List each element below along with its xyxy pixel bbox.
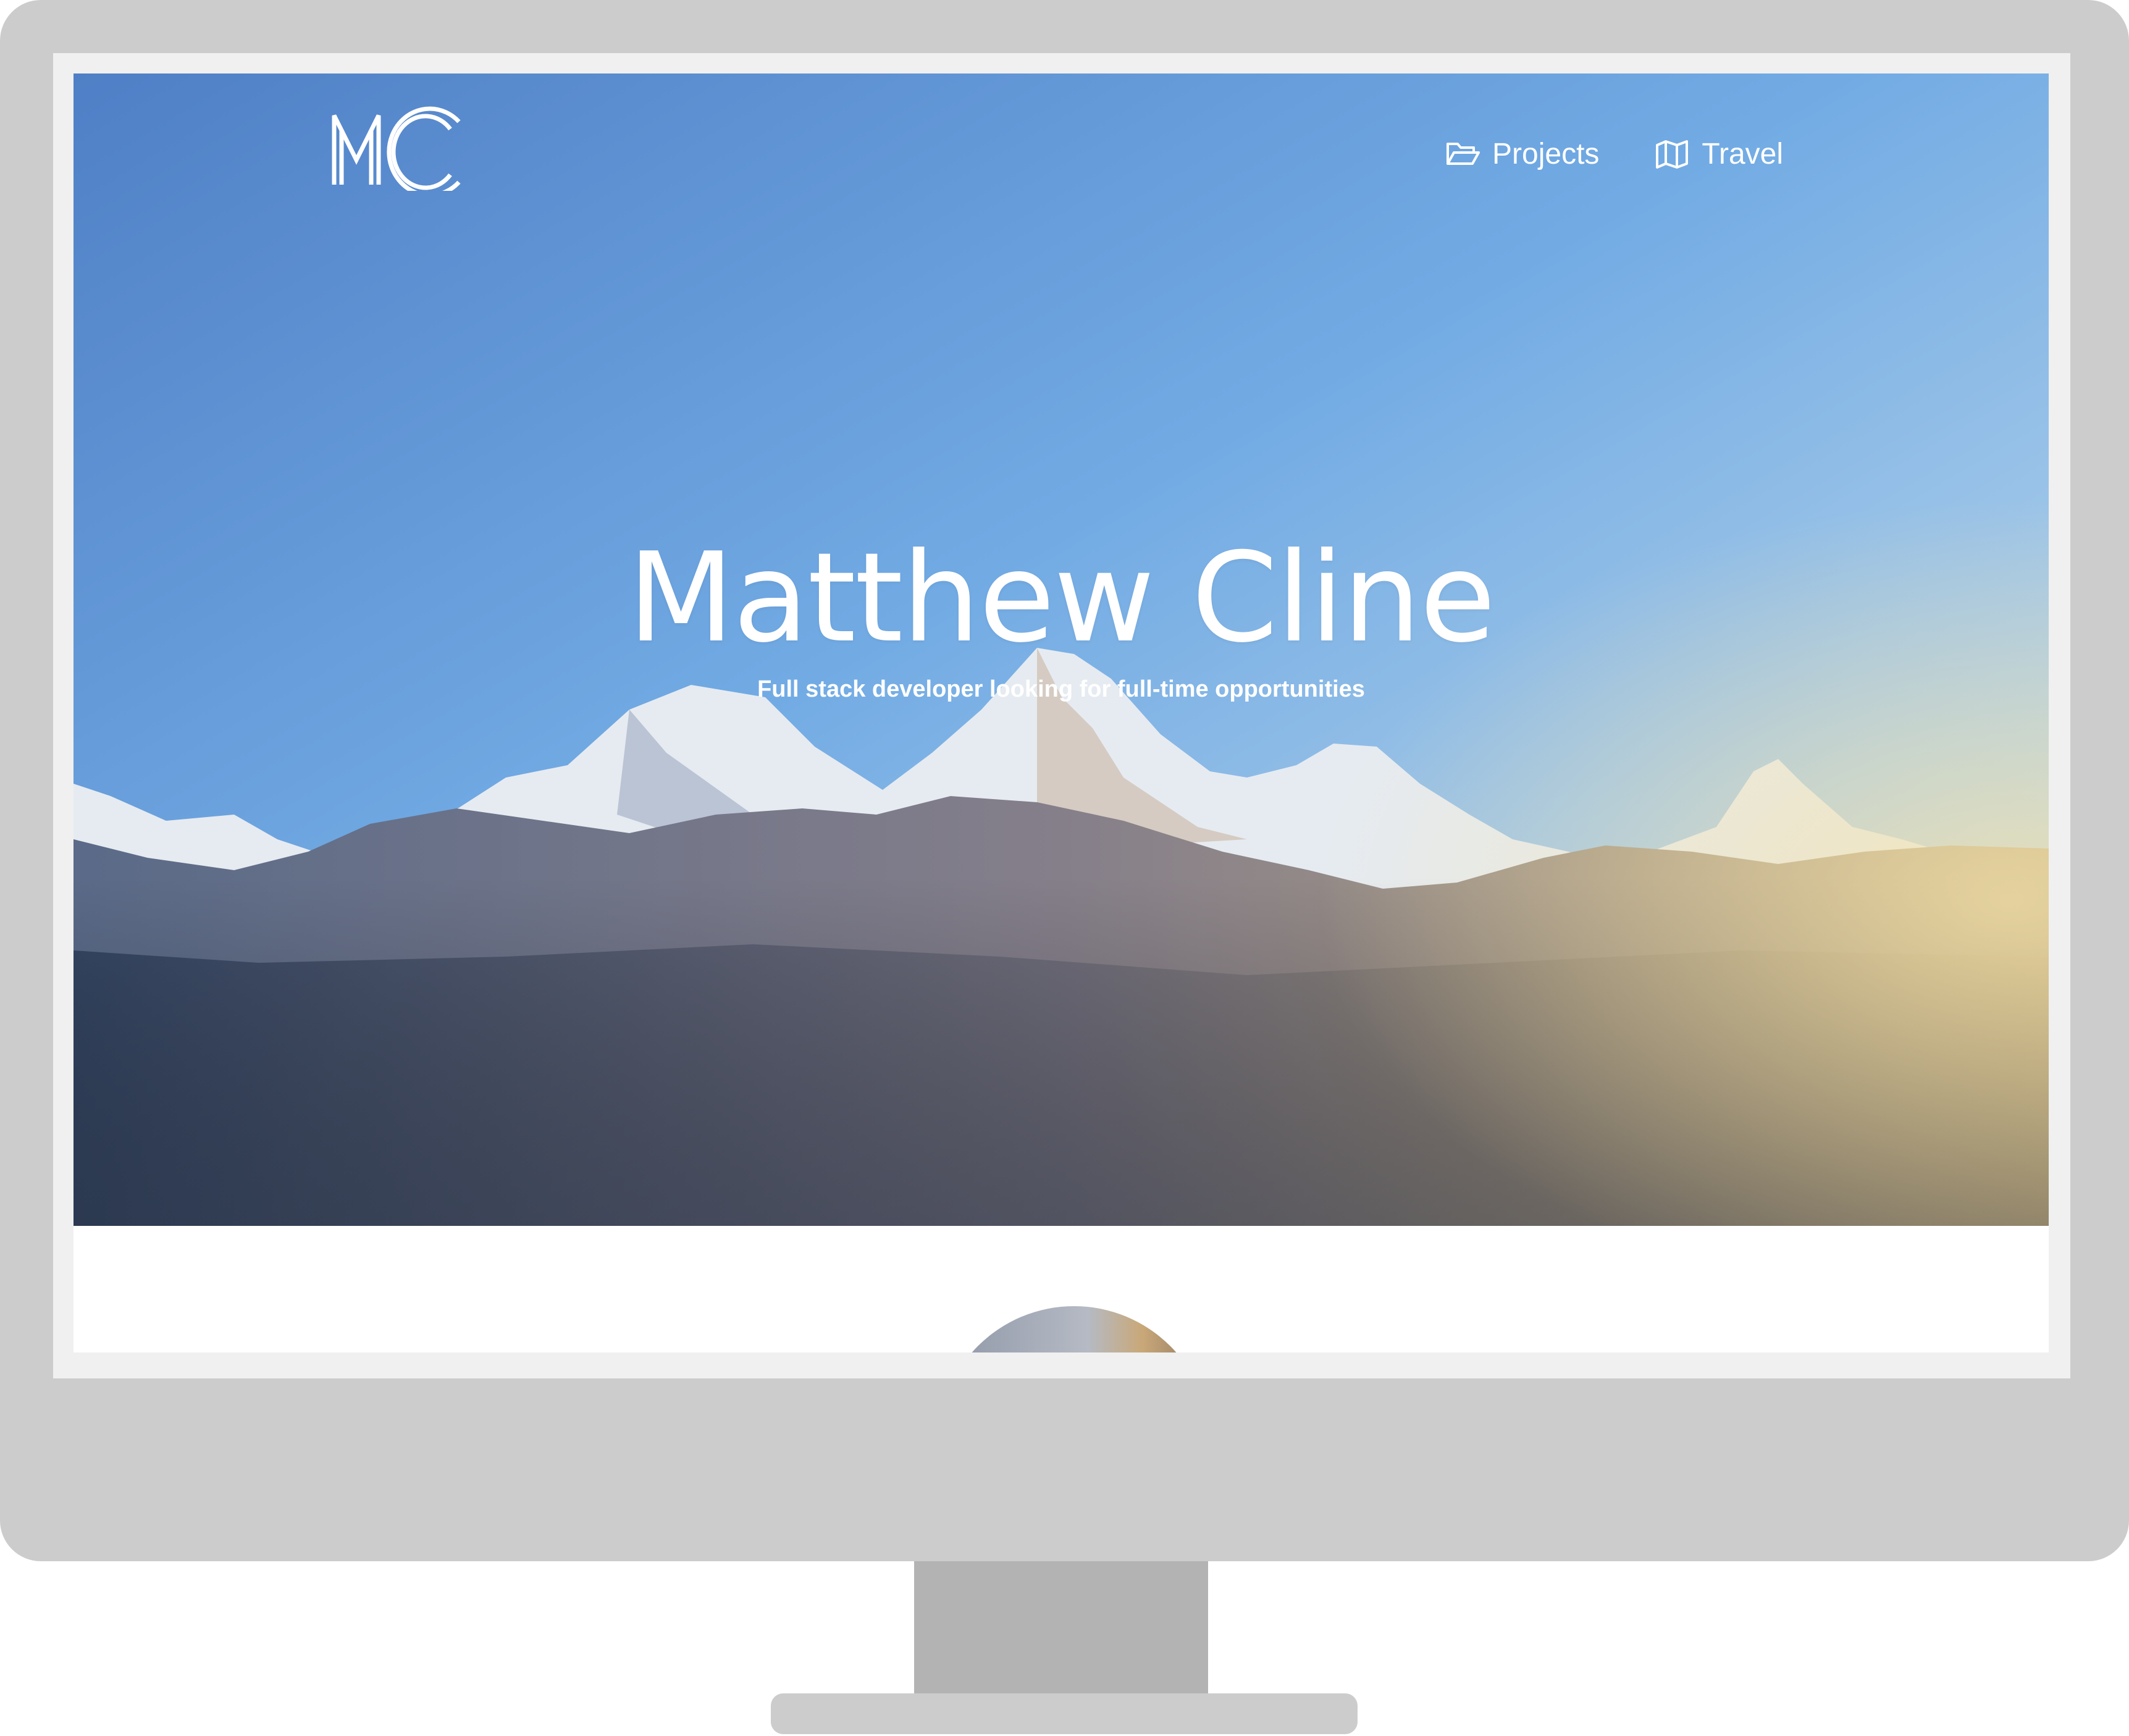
nav-item-label: Projects — [1492, 137, 1600, 170]
nav-item-projects[interactable]: Projects — [1445, 137, 1599, 171]
screen: MC Projects T — [73, 73, 2049, 1352]
nav-item-travel[interactable]: Travel — [1655, 137, 1783, 171]
hero-title: Matthew Cline — [628, 526, 1496, 670]
nav-item-label: Travel — [1702, 137, 1783, 170]
mc-monogram-logo[interactable]: MC — [327, 98, 469, 191]
monitor-foot — [771, 1693, 1358, 1734]
folder-open-icon — [1447, 143, 1480, 165]
hero-subtitle: Full stack developer looking for full-ti… — [757, 676, 1365, 702]
avatar — [938, 1306, 1210, 1352]
map-icon — [1656, 140, 1689, 169]
monitor-neck — [914, 1561, 1208, 1695]
hero-section: MC Projects T — [73, 73, 2049, 1226]
main-nav: Projects Travel — [1445, 129, 1783, 178]
